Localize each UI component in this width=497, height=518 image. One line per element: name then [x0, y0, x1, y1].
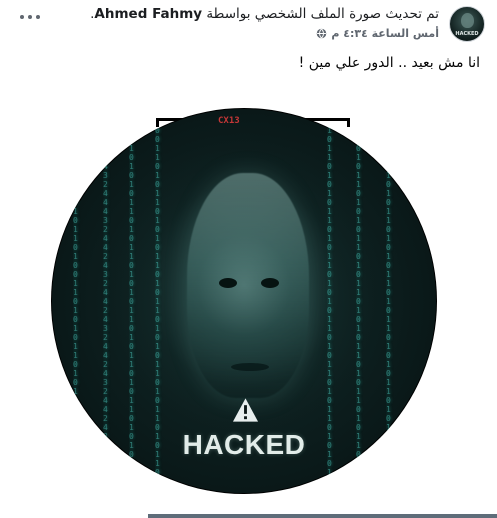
warning-icon	[232, 398, 259, 422]
eye-icon	[219, 278, 237, 288]
face-eyes	[219, 278, 279, 292]
more-dot-icon	[20, 15, 24, 19]
face-mouth	[231, 363, 269, 371]
headline-prefix: تم تحديث صورة الملف الشخصي بواسطة	[206, 6, 439, 22]
post-time[interactable]: أمس الساعة ٤:٣٤ م	[331, 27, 439, 40]
eye-icon	[261, 278, 279, 288]
more-dot-icon	[28, 15, 32, 19]
post-header: HACKED تم تحديث صورة الملف الشخصي بواسطة…	[0, 0, 497, 50]
more-dot-icon	[36, 15, 40, 19]
hacked-label: HACKED	[182, 429, 306, 460]
author-name[interactable]: Ahmed Fahmy	[94, 6, 202, 22]
avatar-label: HACKED	[455, 31, 479, 37]
code-label: CX13	[218, 116, 240, 126]
post-status-text: انا مش بعيد .. الدور علي مين !	[298, 55, 480, 71]
profile-photo[interactable]: CX13 10110010110101101001101010110101101…	[51, 108, 437, 494]
post-divider	[148, 514, 497, 518]
globe-icon	[317, 28, 327, 39]
more-options-button[interactable]	[20, 10, 40, 24]
avatar-face-icon	[461, 13, 474, 28]
post-headline: تم تحديث صورة الملف الشخصي بواسطة Ahmed …	[90, 6, 439, 22]
post-meta: أمس الساعة ٤:٣٤ م	[316, 27, 439, 40]
avatar[interactable]: HACKED	[449, 6, 485, 42]
